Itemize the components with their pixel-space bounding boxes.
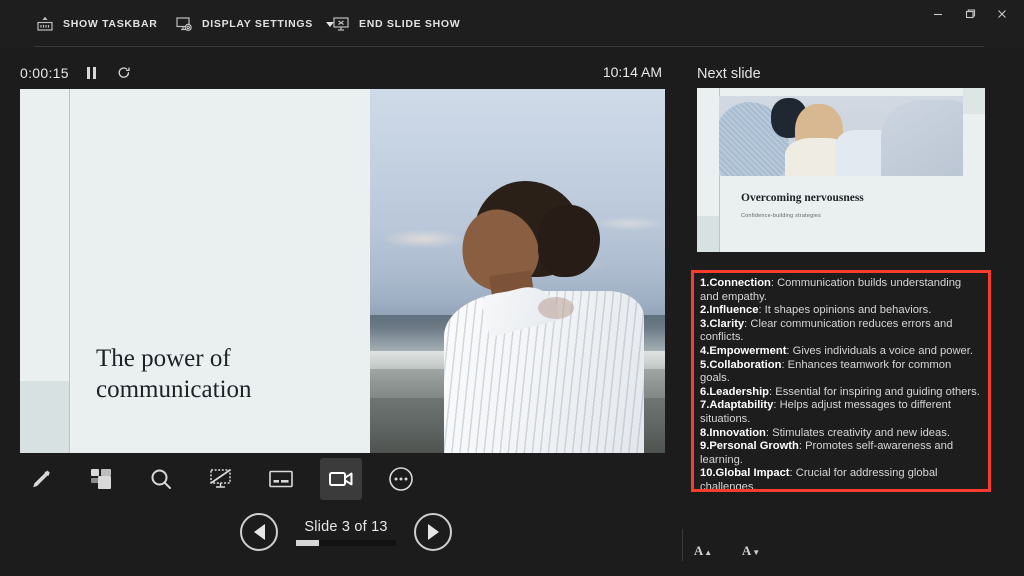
display-settings-label: DISPLAY SETTINGS [202,18,313,30]
taskbar-icon [36,15,54,33]
caret-up-icon: ▲ [704,548,713,557]
note-term: 8.Innovation [700,426,766,439]
pause-icon[interactable] [83,64,101,82]
elapsed-timer: 0:00:15 [20,65,69,81]
note-text: : Gives individuals a voice and power. [786,344,973,357]
presenter-toolbar [20,458,422,500]
note-term: 9.Personal Growth [700,440,799,453]
note-item: 10.Global Impact: Crucial for addressing… [700,467,981,489]
minimize-button[interactable] [924,2,952,26]
note-term: 10.Global Impact [700,467,790,480]
subtitles-icon[interactable] [260,458,302,500]
font-size-controls: A ▲ A ▼ [690,533,764,557]
note-term: 6.Leadership [700,385,770,398]
black-screen-icon[interactable] [200,458,242,500]
slide-photo [370,89,665,453]
next-slide-accent-bottom-left [697,216,719,252]
slide-counter-group: Slide 3 of 13 [296,519,396,546]
next-slide-label: Next slide [697,66,761,82]
display-settings-icon [175,15,193,33]
current-slide-preview[interactable]: The power of communication [20,89,665,453]
restore-button[interactable] [956,2,984,26]
slide-title: The power of communication [96,343,356,406]
end-slide-show-label: END SLIDE SHOW [359,18,461,30]
next-slide-preview[interactable]: Overcoming nervousness Confidence-buildi… [697,88,985,252]
increase-font-size-label: A [693,543,704,558]
zoom-icon[interactable] [140,458,182,500]
slide-title-line-2: communication [96,376,252,404]
slide-vertical-rule [69,89,70,453]
hair-back-shape [538,205,600,277]
pen-icon[interactable] [20,458,62,500]
note-term: 5.Collaboration [700,358,782,371]
decrease-font-size-label: A [741,543,752,558]
decrease-font-size-icon[interactable]: A ▼ [738,533,764,557]
previous-slide-icon[interactable] [240,513,278,551]
end-slide-show-button[interactable]: END SLIDE SHOW [332,11,460,37]
presenter-view: SHOW TASKBAR DISPLAY SETTINGS END SLIDE … [0,0,1024,576]
note-term: 4.Empowerment [700,344,787,357]
slide-navigation: Slide 3 of 13 [240,513,452,551]
slide-title-line-1: The power of [96,345,231,372]
note-item: 9.Personal Growth: Promotes self-awarene… [700,440,981,467]
close-button[interactable] [988,2,1016,26]
slide-counter: Slide 3 of 13 [304,518,388,535]
all-slides-icon[interactable] [80,458,122,500]
next-slide-photo [719,96,963,176]
shoulder-shading [538,297,574,319]
note-item: 3.Clarity: Clear communication reduces e… [700,318,981,345]
top-bar-divider [34,46,984,47]
slide-progress-bar[interactable] [296,539,396,546]
note-text: : It shapes opinions and behaviors. [758,304,932,317]
show-taskbar-button[interactable]: SHOW TASKBAR [36,11,158,37]
note-item: 4.Empowerment: Gives individuals a voice… [700,345,981,359]
note-item: 1.Connection: Communication builds under… [700,277,981,304]
display-settings-button[interactable]: DISPLAY SETTINGS [175,11,334,37]
note-text: : Essential for inspiring and guiding ot… [769,385,980,398]
caret-down-icon: ▼ [752,548,761,557]
note-term: 7.Adaptability [700,399,774,412]
note-term: 3.Clarity [700,317,745,330]
note-item: 7.Adaptability: Helps adjust messages to… [700,399,981,426]
next-slide-icon[interactable] [414,513,452,551]
note-term: 2.Influence [700,304,759,317]
timer-row: 0:00:15 [20,64,133,82]
slide-accent-bottom-left [20,381,69,453]
next-slide-subtitle: Confidence-building strategies [741,213,821,219]
current-time: 10:14 AM [602,64,662,80]
note-item: 2.Influence: It shapes opinions and beha… [700,304,981,318]
right-panel-separator [682,529,683,561]
end-show-icon [332,15,350,33]
camera-icon[interactable] [320,458,362,500]
note-item: 6.Leadership: Essential for inspiring an… [700,386,981,400]
presenter-top-bar: SHOW TASKBAR DISPLAY SETTINGS END SLIDE … [0,0,1024,47]
note-item: 5.Collaboration: Enhances teamwork for c… [700,359,981,386]
restart-icon[interactable] [115,64,133,82]
note-term: 1.Connection [700,277,771,289]
person-e-shape [881,100,963,176]
note-text: : Stimulates creativity and new ideas. [765,426,950,439]
next-slide-title: Overcoming nervousness [741,192,864,204]
more-options-icon[interactable] [380,458,422,500]
speaker-notes-panel[interactable]: 1.Connection: Communication builds under… [691,270,991,492]
note-item: 8.Innovation: Stimulates creativity and … [700,427,981,441]
person-figure [388,181,653,453]
show-taskbar-label: SHOW TASKBAR [63,18,158,30]
next-slide-accent-top-right [963,88,985,114]
increase-font-size-icon[interactable]: A ▲ [690,533,716,557]
